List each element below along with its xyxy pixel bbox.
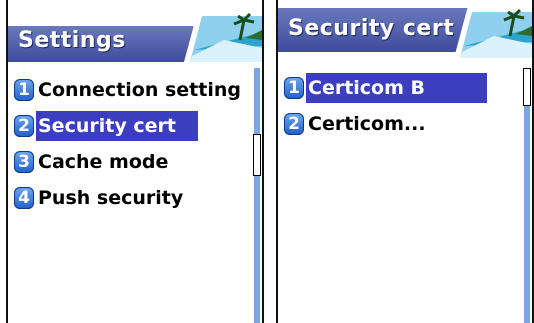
number-badge-icon: 4 bbox=[14, 187, 34, 209]
menu-list: 1 Connection setting 2 Security cert 3 C… bbox=[8, 72, 262, 216]
beach-landscape-icon bbox=[454, 6, 532, 58]
menu-list: 1 Certicom B 2 Certicom... bbox=[278, 70, 532, 142]
menu-item-security-cert[interactable]: 2 Security cert bbox=[8, 108, 262, 144]
screen-title: Settings bbox=[18, 28, 126, 53]
menu-item-label: Connection setting bbox=[38, 79, 241, 101]
menu-item-certicom-b[interactable]: 1 Certicom B bbox=[278, 70, 532, 106]
number-badge-icon: 1 bbox=[284, 77, 304, 99]
menu-item-label: Cache mode bbox=[38, 151, 169, 173]
number-badge-icon: 3 bbox=[14, 151, 34, 173]
scrollbar[interactable] bbox=[523, 68, 531, 323]
screen-title: Security cert bbox=[288, 16, 455, 41]
scroll-thumb[interactable] bbox=[253, 134, 261, 176]
menu-item-label: Security cert bbox=[36, 111, 198, 141]
title-bar: Settings bbox=[8, 0, 262, 62]
menu-item-label: Push security bbox=[38, 187, 184, 209]
number-badge-icon: 2 bbox=[284, 113, 304, 135]
security-cert-screen: Security cert 1 Certicom B 2 Certicom... bbox=[276, 0, 534, 323]
menu-item-label: Certicom... bbox=[308, 113, 426, 135]
number-badge-icon: 1 bbox=[14, 79, 34, 101]
menu-item-cache-mode[interactable]: 3 Cache mode bbox=[8, 144, 262, 180]
beach-landscape-icon bbox=[184, 10, 262, 62]
scroll-thumb[interactable] bbox=[523, 68, 531, 106]
menu-item-connection-setting[interactable]: 1 Connection setting bbox=[8, 72, 262, 108]
scrollbar[interactable] bbox=[253, 68, 261, 323]
number-badge-icon: 2 bbox=[14, 115, 34, 137]
settings-screen: Settings 1 Connection setting 2 Security… bbox=[6, 0, 264, 323]
menu-item-label: Certicom B bbox=[306, 73, 488, 103]
menu-item-push-security[interactable]: 4 Push security bbox=[8, 180, 262, 216]
menu-item-certicom[interactable]: 2 Certicom... bbox=[278, 106, 532, 142]
title-bar: Security cert bbox=[278, 0, 532, 62]
